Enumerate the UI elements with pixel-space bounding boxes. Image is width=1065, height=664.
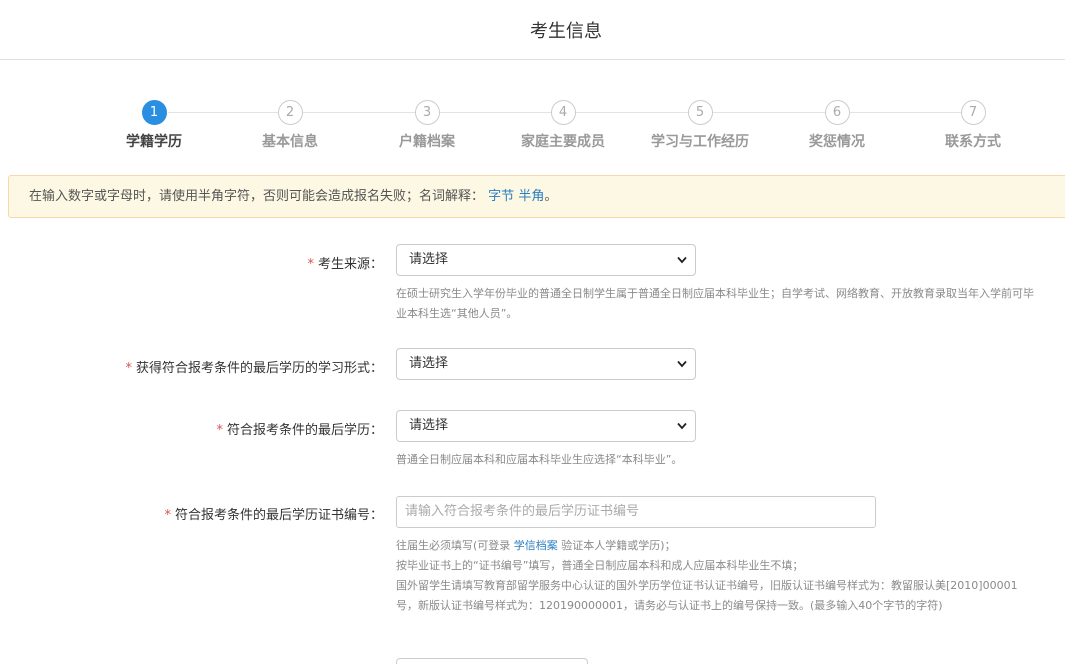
source-label: * 考生来源： (307, 253, 383, 272)
chevron-down-icon (675, 349, 689, 379)
study-form-select[interactable]: 请选择 (396, 348, 696, 380)
study-form-label-text: 获得符合报考条件的最后学历的学习形式： (135, 361, 383, 376)
step-number: 3 (414, 100, 440, 125)
chevron-down-icon (675, 411, 689, 441)
halfwidth-notice: 在输入数字或字母时，请使用半角字符，否则可能会造成报名失败；名词解释： 字节 半… (8, 175, 1065, 218)
notice-link-halfwidth[interactable]: 半角 (518, 189, 544, 204)
last-degree-label: * 符合报考条件的最后学历： (216, 419, 383, 438)
source-label-text: 考生来源： (317, 257, 383, 272)
last-degree-select-value: 请选择 (409, 418, 449, 433)
last-degree-help: 普通全日制应届本科和应届本科毕业生应选择“本科毕业”。 (396, 453, 683, 466)
step-label: 学籍学历 (126, 134, 182, 150)
page-title: 考生信息 (530, 21, 602, 42)
required-mark: * (216, 423, 223, 438)
notice-text: 在输入数字或字母时，请使用半角字符，否则可能会造成报名失败；名词解释： (29, 189, 485, 204)
step-2[interactable]: 2 基本信息 (230, 100, 350, 151)
step-label: 基本信息 (262, 134, 318, 150)
step-number: 1 (141, 100, 167, 125)
required-mark: * (164, 508, 171, 523)
cert-no-help-line3: 国外留学生请填写教育部留学服务中心认证的国外学历学位证书认证书编号，旧版认证书编… (396, 579, 1018, 612)
step-number: 6 (824, 100, 850, 125)
step-number: 4 (550, 100, 576, 125)
notice-link-byte[interactable]: 字节 (488, 189, 514, 204)
next-field-partial[interactable] (396, 658, 588, 664)
step-1[interactable]: 1 学籍学历 (94, 100, 214, 151)
step-4[interactable]: 4 家庭主要成员 (503, 100, 623, 151)
cert-no-help-line1: 往届生必须填写(可登录 学信档案 验证本人学籍或学历)； (396, 539, 676, 552)
page-header: 考生信息 (0, 0, 1065, 60)
step-number: 7 (960, 100, 986, 125)
step-label: 学习与工作经历 (651, 134, 749, 150)
cert-no-input[interactable]: 请输入符合报考条件的最后学历证书编号 (396, 496, 876, 528)
step-number: 2 (277, 100, 303, 125)
step-number: 5 (687, 100, 713, 125)
chevron-down-icon (675, 245, 689, 275)
cert-no-help: 往届生必须填写(可登录 学信档案 验证本人学籍或学历)； 按毕业证书上的“证书编… (396, 536, 1036, 616)
last-degree-select[interactable]: 请选择 (396, 410, 696, 442)
xuexin-archive-link[interactable]: 学信档案 (514, 539, 558, 552)
study-form-select-value: 请选择 (409, 356, 449, 371)
source-help: 在硕士研究生入学年份毕业的普通全日制学生属于普通全日制应届本科毕业生；自学考试、… (396, 287, 1034, 320)
cert-no-label-text: 符合报考条件的最后学历证书编号： (174, 508, 383, 523)
notice-end: 。 (544, 189, 558, 204)
cert-no-label: * 符合报考条件的最后学历证书编号： (164, 504, 383, 523)
step-label: 家庭主要成员 (521, 134, 605, 150)
step-7[interactable]: 7 联系方式 (913, 100, 1033, 151)
study-form-label: * 获得符合报考条件的最后学历的学习形式： (125, 357, 383, 376)
source-select-value: 请选择 (409, 252, 449, 267)
step-6[interactable]: 6 奖惩情况 (777, 100, 897, 151)
step-progress: 1 学籍学历 2 基本信息 3 户籍档案 4 家庭主要成员 5 学习与工作经历 … (0, 100, 1065, 160)
required-mark: * (125, 361, 132, 376)
cert-no-help-line2: 按毕业证书上的“证书编号”填写，普通全日制应届本科和成人应届本科毕业生不填； (396, 559, 804, 572)
required-mark: * (307, 257, 314, 272)
step-label: 户籍档案 (399, 134, 455, 150)
step-5[interactable]: 5 学习与工作经历 (640, 100, 760, 151)
step-3[interactable]: 3 户籍档案 (367, 100, 487, 151)
step-label: 奖惩情况 (809, 134, 865, 150)
step-label: 联系方式 (945, 134, 1001, 150)
source-select[interactable]: 请选择 (396, 244, 696, 276)
last-degree-label-text: 符合报考条件的最后学历： (226, 423, 383, 438)
